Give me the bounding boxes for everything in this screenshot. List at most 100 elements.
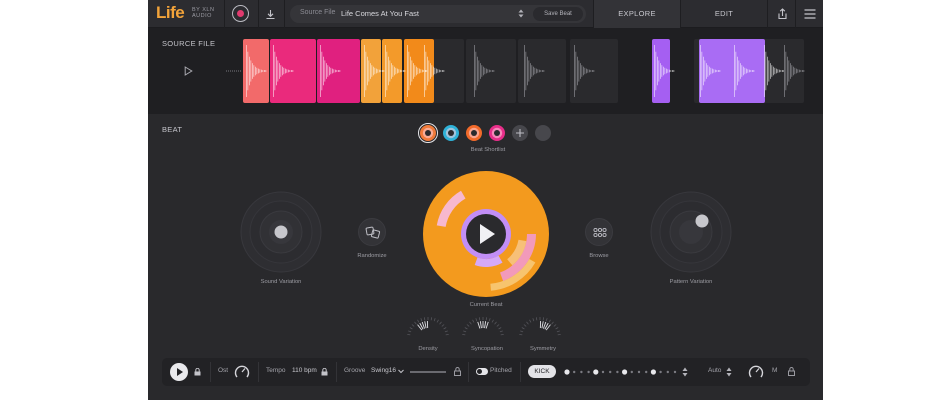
shortlist-beat[interactable] [418, 123, 438, 143]
step-off[interactable] [587, 370, 590, 374]
step-sequencer[interactable] [562, 366, 682, 378]
menu-button[interactable] [801, 5, 819, 23]
source-file-selector[interactable]: Source File Life Comes At You Fast Save … [290, 5, 586, 23]
pitched-label: Pitched [490, 367, 512, 374]
auto-label: Auto [708, 367, 722, 374]
record-icon [236, 9, 244, 17]
top-bar: Life BY XLN AUDIO Source File Life Comes… [148, 0, 823, 28]
step-off[interactable] [645, 370, 648, 374]
randomize-button[interactable] [358, 218, 386, 246]
wave-dot [226, 70, 227, 72]
current-beat-wheel[interactable] [422, 170, 550, 298]
step-off[interactable] [609, 370, 612, 374]
pattern-variation-label: Pattern Variation [669, 279, 713, 285]
knob-handle[interactable] [274, 225, 288, 239]
wave-dot [230, 70, 231, 72]
wave-dot [238, 70, 239, 72]
master-lock-icon[interactable] [788, 367, 795, 376]
slice-segment[interactable] [243, 39, 269, 103]
ost-knob[interactable] [234, 364, 250, 380]
step-off[interactable] [637, 370, 641, 374]
groove-lock-icon[interactable] [454, 367, 461, 376]
knob-handle[interactable] [695, 214, 709, 228]
pattern-variation-knob[interactable] [650, 191, 732, 273]
source-file-label: Source File [300, 9, 336, 16]
step-off[interactable] [673, 370, 677, 374]
groove-value[interactable]: Swing16 [371, 367, 396, 374]
dial-symmetry[interactable] [519, 317, 561, 336]
symmetry-label: Symmetry [529, 346, 557, 352]
slice-segment[interactable] [699, 39, 765, 103]
add-beat-button[interactable] [512, 125, 528, 141]
play-icon [177, 368, 183, 376]
shortlist-beat[interactable] [443, 125, 459, 141]
tempo-value[interactable]: 110 bpm [292, 367, 317, 374]
ost-label: Ost [218, 367, 229, 374]
current-beat-label: Current Beat [469, 302, 503, 308]
transport-play-button[interactable] [170, 363, 188, 381]
divider [795, 0, 796, 28]
shortlist-beat[interactable] [466, 125, 482, 141]
browse-label: Browse [589, 253, 609, 259]
step-on[interactable] [650, 369, 656, 375]
beat-title: BEAT [162, 125, 183, 134]
logo-sub-line2: AUDIO [192, 13, 212, 19]
menu-icon [804, 9, 816, 19]
step-off[interactable] [666, 370, 669, 374]
tab-explore[interactable]: EXPLORE [594, 0, 680, 28]
tab-edit[interactable]: EDIT [681, 0, 767, 28]
source-waveform[interactable] [224, 38, 810, 104]
step-on[interactable] [564, 369, 570, 375]
step-off[interactable] [616, 370, 619, 374]
source-play-icon[interactable] [184, 66, 193, 76]
step-off[interactable] [580, 370, 583, 374]
wave-dot [240, 70, 241, 72]
save-beat-button[interactable]: Save Beat [533, 7, 583, 21]
source-file-section: SOURCE FILE [148, 28, 823, 114]
share-icon [777, 8, 787, 20]
step-on[interactable] [593, 369, 599, 375]
transport-bar: Ost Tempo 110 bpm Groove Swing16 Pitched… [162, 358, 810, 386]
lock-icon[interactable] [194, 368, 201, 376]
step-off[interactable] [573, 370, 576, 374]
share-button[interactable] [773, 5, 791, 23]
dial-density[interactable] [407, 317, 449, 336]
shortlist-beat[interactable] [489, 125, 505, 141]
sound-variation-knob[interactable] [240, 191, 322, 273]
sound-variation-label: Sound Variation [260, 279, 302, 285]
wave-dot [234, 70, 235, 72]
divider [336, 362, 337, 382]
groove-slider[interactable] [410, 371, 446, 373]
wave-dot [232, 70, 233, 72]
download-button[interactable] [261, 5, 279, 23]
empty-slot[interactable] [535, 125, 551, 141]
tempo-lock-icon[interactable] [321, 368, 328, 376]
kick-selector[interactable]: KICK [528, 365, 556, 378]
source-file-value: Life Comes At You Fast [341, 8, 419, 18]
step-off[interactable] [659, 370, 662, 374]
divider [767, 0, 768, 28]
divider [258, 362, 259, 382]
grid-icon [593, 227, 607, 238]
beat-shortlist-caption: Beat Shortlist [470, 147, 506, 153]
pitched-toggle[interactable] [476, 368, 488, 375]
dial-syncopation[interactable] [462, 317, 504, 336]
toggle-knob [477, 369, 482, 374]
dial-row [407, 317, 561, 336]
wave-dot [236, 70, 237, 72]
step-off[interactable] [601, 370, 605, 374]
record-button[interactable] [232, 5, 249, 22]
app-window: Life BY XLN AUDIO Source File Life Comes… [148, 0, 823, 400]
app-logo: Life [156, 3, 185, 22]
divider [468, 362, 469, 382]
chevron-down-icon[interactable] [398, 369, 404, 374]
source-stepper[interactable] [518, 8, 524, 21]
step-on[interactable] [622, 369, 628, 375]
step-off[interactable] [630, 370, 633, 374]
master-knob[interactable] [748, 364, 764, 380]
browse-button[interactable] [585, 218, 613, 246]
stepper-up-down-icon[interactable] [682, 366, 688, 378]
groove-label: Groove [344, 367, 366, 374]
divider [210, 362, 211, 382]
stepper-up-down-icon[interactable] [726, 366, 732, 378]
